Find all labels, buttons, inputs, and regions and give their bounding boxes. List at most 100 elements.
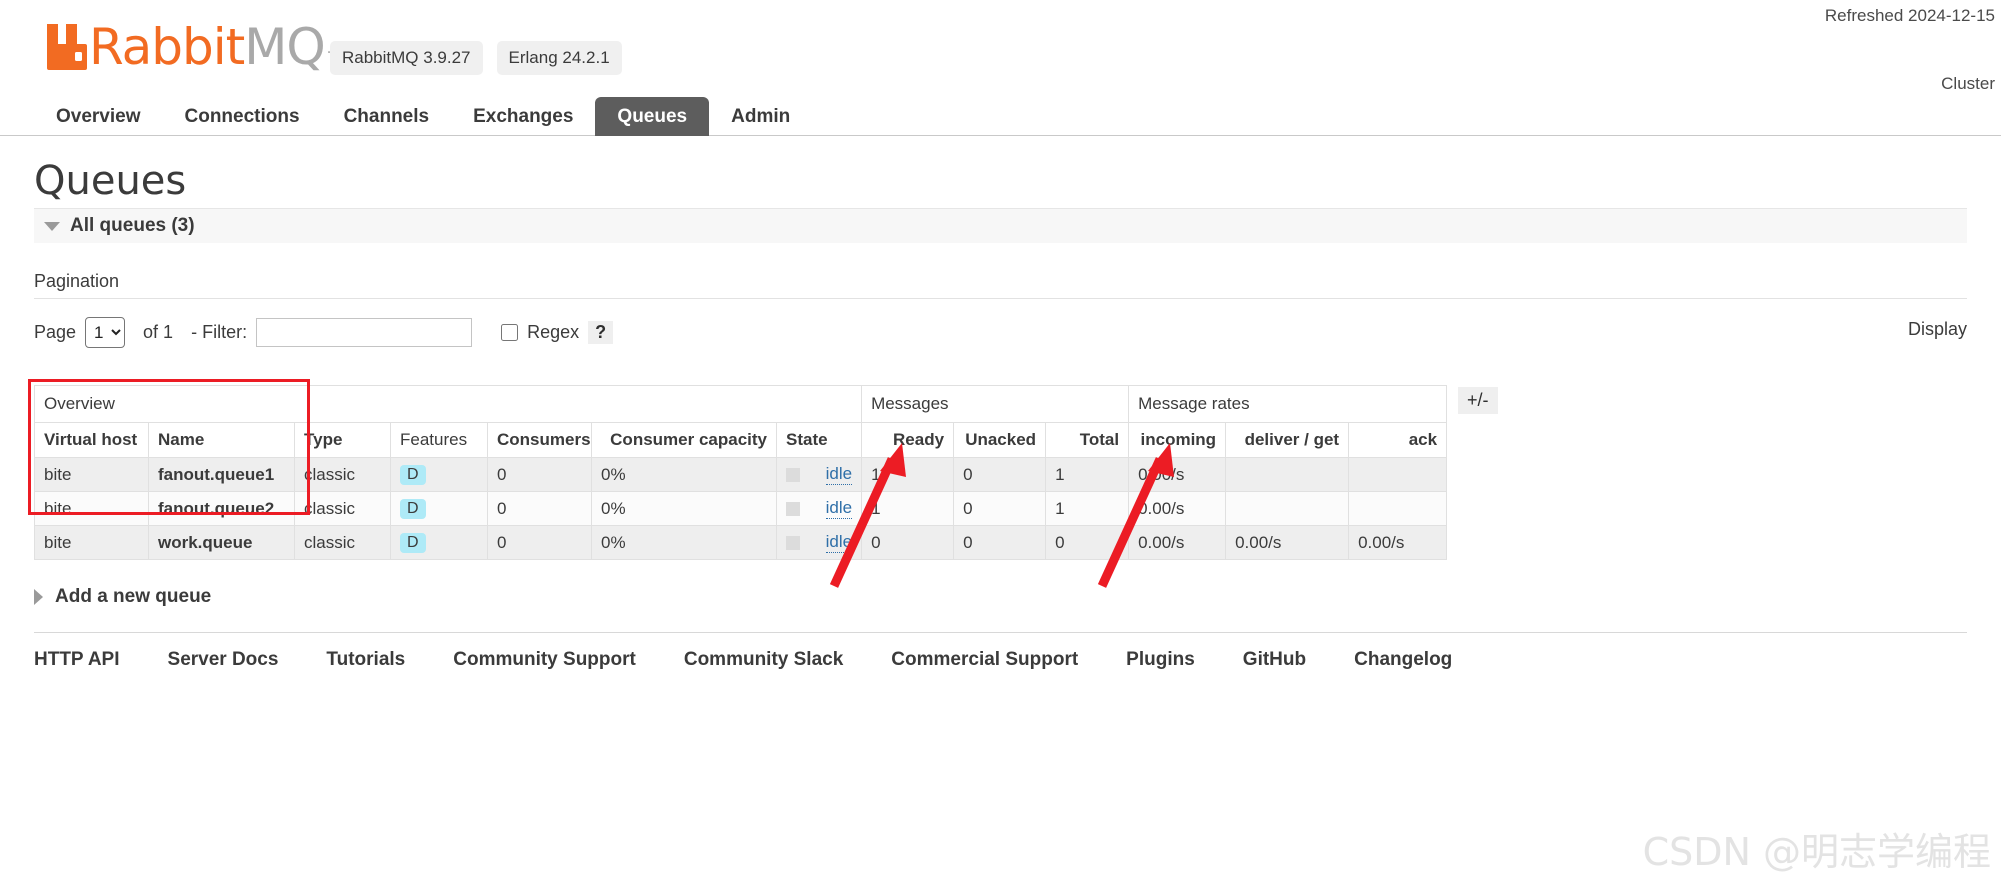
refreshed-timestamp: Refreshed 2024-12-15	[1824, 6, 1995, 25]
cell-virtual-host: bite	[34, 525, 149, 560]
pagination-divider	[34, 298, 1967, 299]
chevron-right-icon	[34, 589, 43, 605]
durable-badge: D	[400, 499, 426, 519]
cell-virtual-host: bite	[34, 457, 149, 492]
page-select[interactable]: 1	[85, 316, 126, 348]
queues-table: Overview Messages Message rates Virtual …	[33, 385, 1448, 560]
group-overview: Overview	[33, 385, 863, 423]
cell-incoming: 0.00/s	[1128, 491, 1227, 526]
footer-link-changelog[interactable]: Changelog	[1354, 649, 1452, 671]
erlang-version-badge: Erlang 24.2.1	[496, 41, 622, 75]
cell-ready: 1	[861, 457, 955, 492]
cell-state: idle	[775, 457, 863, 492]
table-group-header-row: Overview Messages Message rates	[33, 385, 1448, 423]
toggle-columns-button[interactable]: +/-	[1458, 387, 1498, 414]
tab-connections[interactable]: Connections	[163, 97, 322, 136]
cell-consumer-capacity: 0%	[591, 457, 777, 492]
footer-links: HTTP API Server Docs Tutorials Community…	[34, 649, 1967, 671]
cell-unacked: 0	[953, 457, 1047, 492]
cell-ack: 0.00/s	[1348, 525, 1448, 560]
all-queues-section-header[interactable]: All queues (3)	[34, 208, 1967, 243]
display-label: Display	[1907, 319, 1967, 339]
footer-link-github[interactable]: GitHub	[1243, 649, 1306, 671]
cell-ready: 0	[861, 525, 955, 560]
table-column-header-row: Virtual host Name Type Features Consumer…	[34, 422, 1448, 458]
cluster-label: Cluster	[1941, 74, 1995, 93]
state-label[interactable]: idle	[825, 498, 853, 519]
state-label[interactable]: idle	[825, 532, 853, 553]
cell-type: classic	[294, 525, 391, 560]
regex-help-icon[interactable]: ?	[588, 320, 614, 344]
add-queue-section[interactable]: Add a new queue	[34, 586, 1967, 608]
column-ack[interactable]: ack	[1348, 422, 1448, 458]
cell-features: D	[390, 491, 488, 526]
state-label[interactable]: idle	[825, 464, 853, 485]
column-type[interactable]: Type	[294, 422, 391, 458]
cell-virtual-host: bite	[34, 491, 149, 526]
footer-link-plugins[interactable]: Plugins	[1126, 649, 1195, 671]
column-name[interactable]: Name	[148, 422, 295, 458]
cell-deliver-get	[1225, 457, 1350, 492]
rabbitmq-version-badge: RabbitMQ 3.9.27	[330, 41, 483, 75]
tab-admin[interactable]: Admin	[709, 97, 812, 136]
version-badges: RabbitMQ 3.9.27 Erlang 24.2.1	[330, 41, 622, 75]
table-row[interactable]: bite fanout.queue1 classic D 0 0% idle 1…	[34, 457, 1448, 492]
cell-features: D	[390, 457, 488, 492]
cell-consumer-capacity: 0%	[591, 525, 777, 560]
column-virtual-host[interactable]: Virtual host	[34, 422, 149, 458]
regex-checkbox[interactable]	[501, 323, 519, 341]
cell-ack	[1348, 491, 1448, 526]
state-indicator-icon	[786, 501, 800, 516]
durable-badge: D	[400, 533, 426, 553]
column-features[interactable]: Features	[390, 422, 488, 458]
cell-name[interactable]: work.queue	[148, 525, 295, 560]
column-ready[interactable]: Ready	[861, 422, 955, 458]
filter-label: - Filter:	[191, 321, 248, 342]
tab-exchanges[interactable]: Exchanges	[451, 97, 595, 136]
cell-type: classic	[294, 457, 391, 492]
footer-link-community-support[interactable]: Community Support	[453, 649, 636, 671]
cell-total: 1	[1045, 457, 1130, 492]
regex-label: Regex	[527, 321, 580, 342]
cell-type: classic	[294, 491, 391, 526]
tab-channels[interactable]: Channels	[322, 97, 452, 136]
tab-overview[interactable]: Overview	[34, 97, 163, 136]
cell-incoming: 0.00/s	[1128, 525, 1227, 560]
cell-consumers: 0	[487, 457, 592, 492]
cell-deliver-get: 0.00/s	[1225, 525, 1350, 560]
column-state[interactable]: State	[775, 422, 863, 458]
group-message-rates: Message rates	[1128, 385, 1448, 423]
column-total[interactable]: Total	[1045, 422, 1130, 458]
filter-input[interactable]	[256, 317, 473, 347]
footer-link-commercial-support[interactable]: Commercial Support	[891, 649, 1078, 671]
state-indicator-icon	[786, 535, 800, 550]
column-consumers[interactable]: Consumers	[487, 422, 592, 458]
footer-link-http-api[interactable]: HTTP API	[34, 649, 120, 671]
cell-features: D	[390, 525, 488, 560]
tab-queues[interactable]: Queues	[595, 97, 710, 136]
group-messages: Messages	[861, 385, 1130, 423]
all-queues-label: All queues (3)	[70, 215, 195, 236]
rabbitmq-logo[interactable]: Rabbit MQ TM	[45, 22, 348, 72]
add-queue-label: Add a new queue	[55, 586, 212, 607]
filter-controls: Page 1 of 1 - Filter: Regex ? Display	[34, 315, 1967, 349]
footer-link-server-docs[interactable]: Server Docs	[168, 649, 279, 671]
cell-state: idle	[775, 491, 863, 526]
page-label: Page	[34, 321, 77, 342]
column-unacked[interactable]: Unacked	[953, 422, 1047, 458]
cell-name[interactable]: fanout.queue1	[148, 457, 295, 492]
footer-link-community-slack[interactable]: Community Slack	[684, 649, 843, 671]
table-row[interactable]: bite work.queue classic D 0 0% idle 0 0 …	[34, 525, 1448, 560]
cell-total: 1	[1045, 491, 1130, 526]
column-deliver-get[interactable]: deliver / get	[1225, 422, 1350, 458]
footer-link-tutorials[interactable]: Tutorials	[326, 649, 405, 671]
cell-ready: 1	[861, 491, 955, 526]
table-row[interactable]: bite fanout.queue2 classic D 0 0% idle 1…	[34, 491, 1448, 526]
watermark: CSDN @明志学编程	[1642, 830, 1991, 874]
column-incoming[interactable]: incoming	[1128, 422, 1227, 458]
queues-table-container: Overview Messages Message rates Virtual …	[28, 379, 1967, 588]
main-content: Queues All queues (3) Pagination Page 1 …	[0, 140, 2001, 671]
cell-name[interactable]: fanout.queue2	[148, 491, 295, 526]
column-consumer-capacity[interactable]: Consumer capacity	[591, 422, 777, 458]
page-title: Queues	[34, 158, 187, 204]
